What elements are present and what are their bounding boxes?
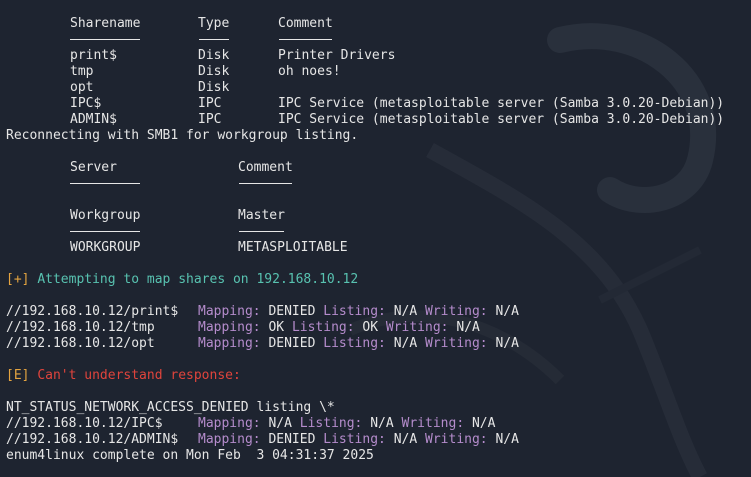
share-row: tmp Disk oh noes! [6,64,751,80]
share-result-line: //192.168.10.12/print$ Mapping: DENIED Li… [6,304,751,320]
master-underline [239,231,284,232]
mapping-label: Mapping: [198,304,261,319]
listing-value: OK [362,320,379,335]
type-underline [199,39,229,40]
status-map-line: [+] Attempting to map shares on 192.168.… [6,272,751,288]
mapping-value: N/A [268,416,292,431]
mapping-label: Mapping: [198,416,261,431]
share-path: //192.168.10.12/IPC$ [6,416,163,431]
writing-value: N/A [495,336,519,351]
listing-label: Listing: [323,432,386,447]
share-path: //192.168.10.12/opt [6,336,155,351]
mapping-label: Mapping: [198,336,261,351]
listing-label: Listing: [291,320,355,335]
server-comment-header: Comment [238,160,293,175]
type-header: Type [198,16,230,31]
listing-value: N/A [393,336,418,351]
listing-value: N/A [393,304,418,319]
listing-value: N/A [370,416,394,431]
mapping-label: Mapping: [198,432,261,447]
listing-label: Listing: [323,336,386,351]
share-type: IPC [198,112,222,127]
status-plus-tag: [+] [6,272,30,287]
share-row: opt Disk [6,80,751,96]
server-table-header: Server Comment [6,160,751,176]
share-type: Disk [198,48,230,63]
share-row: ADMIN$ IPC IPC Service (metasploitable s… [6,112,751,128]
writing-label: Writing: [385,320,449,335]
workgroup-name: WORKGROUP [70,240,141,255]
writing-value: N/A [471,416,496,431]
mapping-label: Mapping: [198,320,261,335]
sharename-header: Sharename [70,16,141,31]
comment-underline [279,39,332,40]
comment-header: Comment [278,16,333,31]
terminal-output[interactable]: Sharename Type Comment print$ Disk Print… [0,0,751,477]
share-comment: Printer Drivers [278,48,396,63]
share-path: //192.168.10.12/tmp [6,320,155,335]
writing-value: N/A [456,320,480,335]
error-status-line: [E] Can't understand response: [6,368,751,384]
server-table-divider [6,176,751,192]
workgroup-row: WORKGROUP METASPLOITABLE [6,240,751,256]
server-header: Server [70,160,117,175]
error-tag: [E] [6,368,30,383]
share-type: Disk [198,80,230,95]
listing-value: N/A [393,432,418,447]
share-comment: IPC Service (metasploitable server (Samb… [278,96,725,111]
writing-value: N/A [495,432,519,447]
server-underline [70,183,140,184]
nt-status-line: NT_STATUS_NETWORK_ACCESS_DENIED listing … [6,400,335,415]
workgroup-header: Workgroup [70,208,141,223]
share-type: Disk [198,64,230,79]
master-name: METASPLOITABLE [238,240,348,255]
workgroup-table-header: Workgroup Master [6,208,751,224]
share-row: IPC$ IPC IPC Service (metasploitable ser… [6,96,751,112]
share-path: //192.168.10.12/print$ [6,304,179,319]
listing-label: Listing: [299,416,363,431]
mapping-value: DENIED [268,304,316,319]
mapping-value: DENIED [268,432,316,447]
error-text: Can't understand response: [37,368,241,383]
share-result-line: //192.168.10.12/opt Mapping: DENIED Listi… [6,336,751,352]
share-name: ADMIN$ [70,112,117,127]
share-comment: oh noes! [278,64,341,79]
share-result-line: //192.168.10.12/IPC$ Mapping: N/A Listing… [6,416,751,432]
share-name: opt [70,80,94,95]
share-path: //192.168.10.12/ADMIN$ [6,432,179,447]
share-name: print$ [70,48,117,63]
writing-label: Writing: [425,432,488,447]
workgroup-underline [70,231,140,232]
listing-label: Listing: [323,304,386,319]
complete-message: enum4linux complete on Mon Feb 3 04:31:3… [6,448,374,463]
share-row: print$ Disk Printer Drivers [6,48,751,64]
share-table-header: Sharename Type Comment [6,16,751,32]
status-map-text: Attempting to map shares on 192.168.10.1… [37,272,359,287]
share-result-line: //192.168.10.12/ADMIN$ Mapping: DENIED Li… [6,432,751,448]
share-table-divider [6,32,751,48]
mapping-value: DENIED [268,336,316,351]
workgroup-table-divider [6,224,751,240]
server-comment-underline [239,183,292,184]
writing-label: Writing: [401,416,465,431]
mapping-value: OK [268,320,285,335]
share-type: IPC [198,96,222,111]
master-header: Master [238,208,285,223]
share-result-line: //192.168.10.12/tmp Mapping: OK Listing: … [6,320,751,336]
sharename-underline [70,39,140,40]
writing-label: Writing: [425,336,488,351]
writing-value: N/A [495,304,519,319]
share-name: IPC$ [70,96,102,111]
writing-label: Writing: [425,304,488,319]
share-name: tmp [70,64,94,79]
reconnect-message: Reconnecting with SMB1 for workgroup lis… [6,128,359,143]
share-comment: IPC Service (metasploitable server (Samb… [278,112,725,127]
